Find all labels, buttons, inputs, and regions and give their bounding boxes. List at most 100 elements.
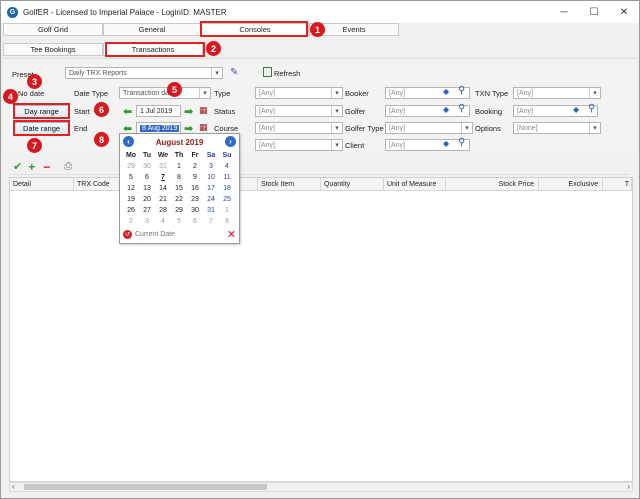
calendar-day[interactable]: 26 (123, 205, 139, 216)
eraser-icon[interactable]: ◆ (443, 105, 449, 114)
txn-type-select[interactable]: [Any] ▾ (513, 87, 601, 99)
calendar-day[interactable]: 10 (203, 172, 219, 183)
refresh-icon[interactable] (263, 67, 272, 77)
print-icon[interactable]: ⎙ (64, 161, 72, 172)
calendar-day[interactable]: 13 (139, 183, 155, 194)
end-label: End (74, 124, 88, 133)
calendar-day[interactable]: 30 (187, 205, 203, 216)
next-day-arrow-icon[interactable]: ➡ (184, 105, 193, 118)
calendar-day[interactable]: 3 (139, 216, 155, 227)
booking-input[interactable]: [Any] (513, 105, 598, 117)
prev-month-icon[interactable]: ‹ (123, 136, 134, 147)
dow-mo: Mo (125, 152, 137, 159)
calendar-day[interactable]: 20 (139, 194, 155, 205)
calendar-day[interactable]: 2 (123, 216, 139, 227)
options-select[interactable]: [None] ▾ (513, 122, 601, 134)
calendar-day[interactable]: 18 (219, 183, 235, 194)
calendar-day-today[interactable]: 7 (155, 172, 171, 183)
course-select[interactable]: [Any] ▾ (255, 122, 343, 134)
check-icon[interactable]: ✔ (13, 160, 22, 173)
calendar-day[interactable]: 8 (171, 172, 187, 183)
calendar-day[interactable]: 29 (171, 205, 187, 216)
calendar-day[interactable]: 11 (219, 172, 235, 183)
calendar-day[interactable]: 7 (203, 216, 219, 227)
calendar-day[interactable]: 19 (123, 194, 139, 205)
calendar-day[interactable]: 31 (155, 161, 171, 172)
date-type-select[interactable]: Transaction date ▾ (119, 87, 211, 99)
scroll-right-icon[interactable]: › (627, 482, 630, 491)
close-window-button[interactable]: ✕ (609, 1, 639, 23)
calendar-day[interactable]: 14 (155, 183, 171, 194)
status-select[interactable]: [Any] ▾ (255, 105, 343, 117)
calendar-day[interactable]: 28 (155, 205, 171, 216)
preset-select[interactable]: Daily TRX Reports ▾ (65, 67, 223, 79)
tab-golf-grid[interactable]: Golf Grid (3, 23, 103, 36)
subtab-tee-bookings[interactable]: Tee Bookings (3, 43, 103, 56)
calendar-day[interactable]: 31 (203, 205, 219, 216)
calendar-day[interactable]: 4 (219, 161, 235, 172)
calendar-day[interactable]: 27 (139, 205, 155, 216)
col-unit-of-measure[interactable]: Unit of Measure (384, 178, 446, 190)
type-select[interactable]: [Any] ▾ (255, 87, 343, 99)
calendar-day[interactable]: 3 (203, 161, 219, 172)
current-date-button[interactable]: Current Date (135, 231, 175, 238)
magic-wand-icon[interactable]: ✎ (230, 67, 238, 78)
calendar-day[interactable]: 1 (171, 161, 187, 172)
col-detail[interactable]: Detail (10, 178, 74, 190)
client-value: [Any] (389, 141, 405, 149)
calendar-day[interactable]: 15 (171, 183, 187, 194)
eraser-icon[interactable]: ◆ (443, 139, 449, 148)
calendar-day[interactable]: 8 (219, 216, 235, 227)
tab-general[interactable]: General (103, 23, 201, 36)
search-icon[interactable]: ⚲ (588, 103, 595, 114)
col-stock-price[interactable]: Stock Price (446, 178, 539, 190)
calendar-day[interactable]: 30 (139, 161, 155, 172)
extra-select[interactable]: [Any] ▾ (255, 139, 343, 151)
start-date-input[interactable]: 1 Jul 2019 (136, 105, 181, 117)
golfer-type-select[interactable]: [Any] ▾ (385, 122, 473, 134)
calendar-day[interactable]: 5 (171, 216, 187, 227)
calendar-day[interactable]: 25 (219, 194, 235, 205)
close-calendar-icon[interactable]: ✕ (227, 228, 236, 241)
calendar-icon[interactable]: ▦ (199, 105, 208, 116)
calendar-day[interactable]: 6 (187, 216, 203, 227)
scroll-left-icon[interactable]: ‹ (12, 482, 15, 491)
calendar-day[interactable]: 23 (187, 194, 203, 205)
calendar-day[interactable]: 6 (139, 172, 155, 183)
col-exclusive[interactable]: Exclusive (539, 178, 603, 190)
remove-icon[interactable]: − (43, 160, 50, 174)
next-month-icon[interactable]: › (225, 136, 236, 147)
scrollbar-thumb[interactable] (24, 484, 267, 490)
col-t[interactable]: T (603, 178, 632, 190)
col-stock-item[interactable]: Stock Item (258, 178, 321, 190)
eraser-icon[interactable]: ◆ (443, 87, 449, 96)
add-icon[interactable]: + (28, 160, 35, 174)
status-label: Status (214, 107, 236, 116)
calendar-day[interactable]: 22 (171, 194, 187, 205)
calendar-day[interactable]: 29 (123, 161, 139, 172)
calendar-day[interactable]: 5 (123, 172, 139, 183)
calendar-day[interactable]: 9 (187, 172, 203, 183)
refresh-button[interactable]: Refresh (274, 69, 300, 78)
badge-8: 8 (94, 132, 109, 147)
calendar-icon[interactable]: ▦ (199, 122, 208, 133)
calendar-day[interactable]: 17 (203, 183, 219, 194)
search-icon[interactable]: ⚲ (458, 85, 465, 96)
no-date-option[interactable]: No date (18, 89, 44, 98)
search-icon[interactable]: ⚲ (458, 137, 465, 148)
current-date-icon[interactable]: ↺ (123, 230, 132, 239)
eraser-icon[interactable]: ◆ (573, 105, 579, 114)
maximize-button[interactable]: ☐ (579, 1, 609, 23)
horizontal-scrollbar[interactable]: ‹ › (9, 482, 633, 492)
prev-day-arrow-icon[interactable]: ⬅ (123, 105, 132, 118)
col-quantity[interactable]: Quantity (321, 178, 384, 190)
calendar-day[interactable]: 16 (187, 183, 203, 194)
calendar-day[interactable]: 12 (123, 183, 139, 194)
calendar-day[interactable]: 1 (219, 205, 235, 216)
calendar-day[interactable]: 4 (155, 216, 171, 227)
search-icon[interactable]: ⚲ (458, 103, 465, 114)
calendar-day[interactable]: 24 (203, 194, 219, 205)
minimize-button[interactable]: ─ (549, 1, 579, 23)
calendar-day[interactable]: 2 (187, 161, 203, 172)
calendar-day[interactable]: 21 (155, 194, 171, 205)
